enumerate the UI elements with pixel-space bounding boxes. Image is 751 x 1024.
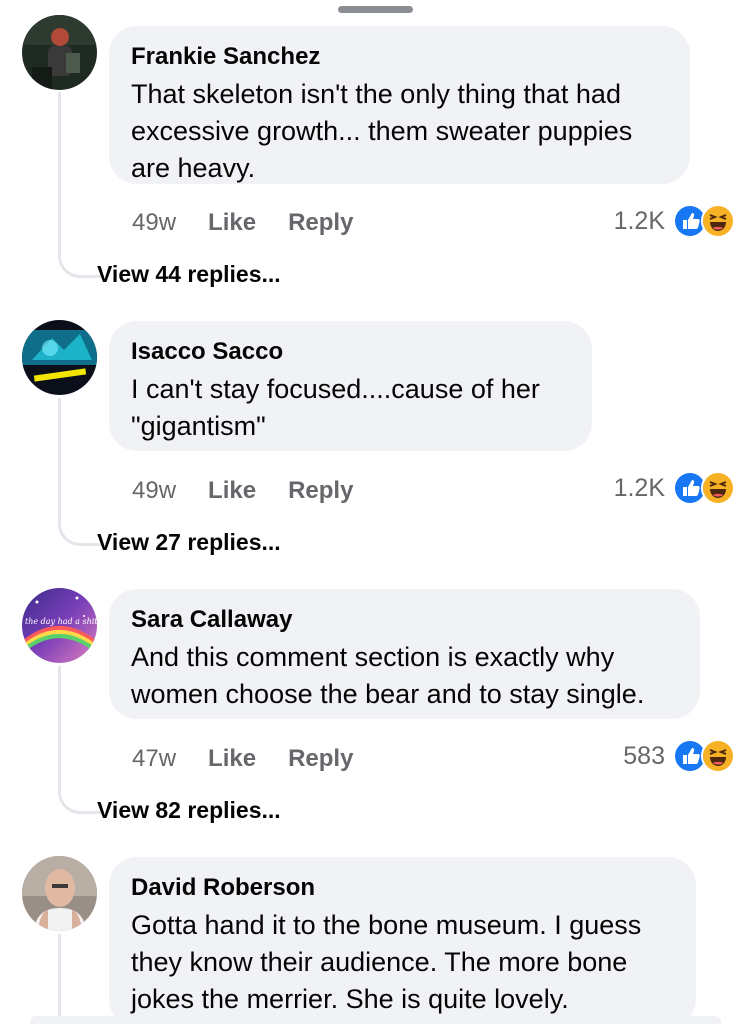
reply-button[interactable]: Reply bbox=[288, 745, 353, 773]
comment-actions: 47w Like Reply bbox=[132, 743, 385, 775]
view-replies-link[interactable]: View 82 replies... bbox=[97, 795, 281, 825]
like-button[interactable]: Like bbox=[208, 477, 256, 505]
reaction-count: 583 bbox=[623, 741, 665, 770]
comments-sheet: Frankie Sanchez That skeleton isn't the … bbox=[0, 0, 751, 1024]
comment-actions: 49w Like Reply bbox=[132, 207, 385, 239]
view-replies-link[interactable]: View 44 replies... bbox=[97, 259, 281, 289]
haha-icon bbox=[701, 739, 735, 773]
haha-icon bbox=[701, 204, 735, 238]
avatar[interactable]: maybe the day had a shitty you bbox=[22, 588, 97, 663]
comment-bubble: David Roberson Gotta hand it to the bone… bbox=[109, 857, 696, 1024]
comment-timestamp[interactable]: 49w bbox=[132, 209, 176, 237]
comment-author[interactable]: Isacco Sacco bbox=[131, 337, 570, 367]
reply-button[interactable]: Reply bbox=[288, 477, 353, 505]
reply-thread-line bbox=[58, 666, 102, 814]
avatar-photo-icon bbox=[22, 15, 97, 90]
comment-actions: 49w Like Reply bbox=[132, 475, 385, 507]
comment-text: That skeleton isn't the only thing that … bbox=[131, 79, 633, 183]
comment-timestamp[interactable]: 49w bbox=[132, 477, 176, 505]
comment-text: And this comment section is exactly why … bbox=[131, 642, 645, 709]
view-replies-link[interactable]: View 27 replies... bbox=[97, 527, 281, 557]
comment-bubble: Sara Callaway And this comment section i… bbox=[109, 589, 700, 719]
reaction-summary[interactable]: 1.2K bbox=[614, 204, 735, 238]
avatar[interactable] bbox=[22, 15, 97, 90]
reply-thread-line bbox=[58, 92, 102, 278]
avatar-photo-icon bbox=[22, 320, 97, 395]
comment-timestamp[interactable]: 47w bbox=[132, 745, 176, 773]
comment-author[interactable]: Frankie Sanchez bbox=[131, 42, 668, 72]
avatar-photo-icon bbox=[22, 856, 97, 931]
reaction-summary[interactable]: 1.2K bbox=[614, 471, 735, 505]
like-button[interactable]: Like bbox=[208, 745, 256, 773]
comment-bubble: Isacco Sacco I can't stay focused....cau… bbox=[109, 321, 592, 451]
like-button[interactable]: Like bbox=[208, 209, 256, 237]
reply-thread-line bbox=[58, 934, 102, 1024]
comment-author[interactable]: Sara Callaway bbox=[131, 605, 678, 635]
comment-author[interactable]: David Roberson bbox=[131, 873, 674, 903]
avatar[interactable] bbox=[22, 856, 97, 931]
comment-text: Gotta hand it to the bone museum. I gues… bbox=[131, 910, 642, 1014]
reaction-count: 1.2K bbox=[613, 206, 665, 235]
reaction-count: 1.2K bbox=[613, 473, 665, 502]
comment-text: I can't stay focused....cause of her "gi… bbox=[131, 374, 540, 441]
comment-composer-edge[interactable] bbox=[30, 1016, 721, 1024]
comment-bubble: Frankie Sanchez That skeleton isn't the … bbox=[109, 26, 690, 184]
avatar-caption: maybe the day had a shitty you bbox=[22, 617, 97, 626]
reply-thread-line bbox=[58, 398, 102, 546]
reply-button[interactable]: Reply bbox=[288, 209, 353, 237]
haha-icon bbox=[701, 471, 735, 505]
avatar-photo-icon: maybe the day had a shitty you bbox=[22, 588, 97, 663]
sheet-top-edge bbox=[0, 0, 751, 26]
sheet-drag-handle[interactable] bbox=[338, 6, 413, 13]
avatar[interactable] bbox=[22, 320, 97, 395]
reaction-summary[interactable]: 583 bbox=[623, 739, 735, 773]
